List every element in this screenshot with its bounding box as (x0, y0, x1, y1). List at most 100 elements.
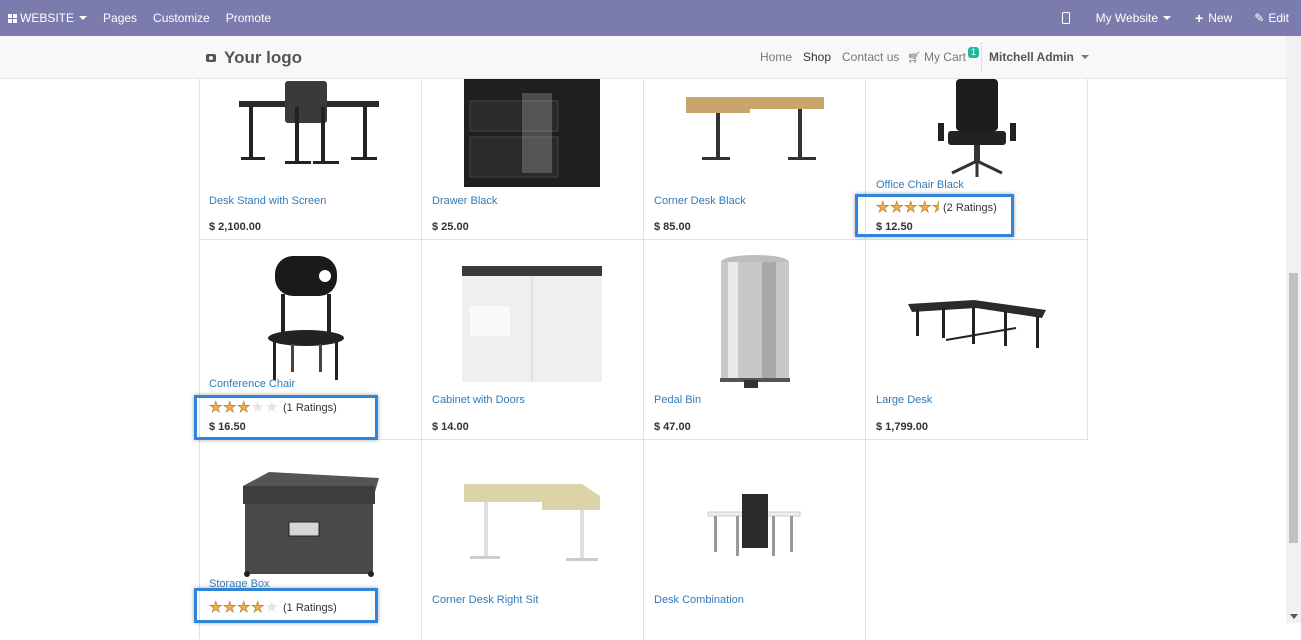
camera-icon (206, 54, 216, 62)
mobile-preview-button[interactable] (1048, 0, 1084, 36)
nav-home-label: Home (760, 50, 793, 64)
rating-stars: ★ ★ ★ ★ ★ (209, 599, 279, 616)
admin-top-bar: WEBSITE Pages Customize Promote My Websi… (0, 0, 1301, 36)
rating-count: (1 Ratings) (283, 602, 337, 614)
star-full-icon: ★ (876, 199, 890, 216)
rating-stars: ★ ★ ★ ★ ★ (209, 399, 279, 416)
star-full-icon: ★ (890, 199, 904, 216)
star-empty-icon: ★ (265, 399, 279, 416)
apps-grid-icon (8, 13, 17, 23)
product-price: $ 47.00 (654, 421, 691, 433)
product-image-pedal-bin (720, 255, 790, 388)
product-price: $ 16.50 (209, 421, 246, 433)
product-name[interactable]: Corner Desk Right Sit (432, 594, 538, 606)
product-name[interactable]: Cabinet with Doors (432, 394, 525, 406)
new-label: New (1208, 11, 1233, 25)
caret-down-icon (79, 16, 88, 20)
star-half-icon: ★ (932, 201, 939, 215)
product-image-cabinet (462, 266, 602, 382)
product-name[interactable]: Desk Combination (654, 594, 744, 606)
star-full-icon: ★ (251, 599, 265, 616)
product-image-desk-stand (239, 81, 379, 164)
my-website-menu[interactable]: My Website (1084, 0, 1183, 36)
star-full-icon: ★ (223, 599, 237, 616)
product-card[interactable]: Cabinet with Doors $ 14.00 (422, 240, 644, 440)
scrollbar-thumb[interactable] (1289, 273, 1298, 543)
new-button[interactable]: + New (1183, 0, 1244, 36)
product-name[interactable]: Storage Box (209, 578, 270, 590)
site-header: Your logo Home Shop Contact us 🛒︎ My Car… (0, 36, 1286, 79)
page-scrollbar[interactable] (1286, 36, 1301, 623)
product-card[interactable]: Office Chair Black ★ ★ ★ ★ ★ (2 Ratings)… (866, 79, 1088, 240)
caret-down-icon (1080, 55, 1089, 59)
pages-menu[interactable]: Pages (95, 0, 145, 36)
customize-menu[interactable]: Customize (145, 0, 218, 36)
nav-cart[interactable]: 🛒︎ My Cart 1 (907, 36, 979, 78)
product-card[interactable]: Drawer Black $ 25.00 (422, 79, 644, 240)
site-logo[interactable]: Your logo (206, 48, 302, 68)
product-price: $ 85.00 (654, 221, 691, 233)
product-image-office-chair (938, 79, 1016, 177)
product-card[interactable]: Corner Desk Black $ 85.00 (644, 79, 866, 240)
caret-down-icon (1163, 16, 1172, 20)
star-full-icon: ★ (918, 199, 932, 216)
product-card[interactable]: Storage Box ★ ★ ★ ★ ★ (1 Ratings) (199, 440, 422, 640)
user-menu[interactable]: Mitchell Admin (989, 36, 1089, 78)
product-image-storage-box (243, 472, 379, 577)
plus-icon: + (1195, 10, 1204, 26)
product-name[interactable]: Desk Stand with Screen (209, 195, 326, 207)
product-card[interactable]: Desk Combination (644, 440, 866, 640)
nav-shop[interactable]: Shop (803, 36, 831, 78)
edit-button[interactable]: ✎ Edit (1244, 0, 1293, 36)
website-menu[interactable]: WEBSITE (0, 0, 95, 36)
promote-menu[interactable]: Promote (218, 0, 279, 36)
product-name[interactable]: Office Chair Black (876, 179, 964, 191)
rating-count: (2 Ratings) (943, 202, 997, 214)
nav-divider (981, 42, 982, 72)
star-empty-icon: ★ (251, 399, 265, 416)
product-image-corner-desk-right (464, 484, 600, 561)
product-price: $ 1,799.00 (876, 421, 928, 433)
product-image-corner-desk (686, 97, 824, 160)
product-image-desk-combination (707, 494, 801, 556)
product-card[interactable]: Pedal Bin $ 47.00 (644, 240, 866, 440)
star-full-icon: ★ (904, 199, 918, 216)
product-price: $ 14.00 (432, 421, 469, 433)
nav-contact-label: Contact us (842, 50, 900, 64)
star-full-icon: ★ (209, 399, 223, 416)
user-name: Mitchell Admin (989, 50, 1074, 64)
product-name[interactable]: Pedal Bin (654, 394, 701, 406)
product-card[interactable]: Large Desk $ 1,799.00 (866, 240, 1088, 440)
star-full-icon: ★ (237, 399, 251, 416)
edit-label: Edit (1268, 11, 1289, 25)
product-image-large-desk (908, 300, 1046, 348)
scroll-down-arrow-icon[interactable] (1290, 614, 1298, 619)
logo-text: Your logo (224, 48, 303, 67)
product-card[interactable]: Conference Chair ★ ★ ★ ★ ★ (1 Ratings) $… (199, 240, 422, 440)
product-price: $ 2,100.00 (209, 221, 261, 233)
nav-contact[interactable]: Contact us (842, 36, 899, 78)
pencil-icon: ✎ (1254, 11, 1265, 25)
product-name[interactable]: Drawer Black (432, 195, 497, 207)
product-price: $ 25.00 (432, 221, 469, 233)
cart-icon: 🛒︎ (907, 51, 921, 64)
my-website-label: My Website (1095, 11, 1159, 25)
product-card[interactable]: Desk Stand with Screen $ 2,100.00 (199, 79, 422, 240)
star-full-icon: ★ (237, 599, 251, 616)
nav-shop-label: Shop (803, 50, 832, 64)
product-name[interactable]: Conference Chair (209, 378, 295, 390)
star-full-icon: ★ (209, 599, 223, 616)
product-name[interactable]: Corner Desk Black (654, 195, 746, 207)
nav-home[interactable]: Home (760, 36, 792, 78)
product-name[interactable]: Large Desk (876, 394, 932, 406)
product-price: $ 12.50 (876, 221, 913, 233)
star-empty-icon: ★ (265, 599, 279, 616)
nav-cart-label: My Cart (923, 50, 966, 64)
product-card[interactable]: Corner Desk Right Sit (422, 440, 644, 640)
product-rating: ★ ★ ★ ★ ★ (1 Ratings) (209, 399, 337, 416)
star-full-icon: ★ (223, 399, 237, 416)
mobile-icon (1061, 12, 1070, 24)
product-grid: Desk Stand with Screen $ 2,100.00 Drawer… (194, 79, 1088, 640)
product-rating: ★ ★ ★ ★ ★ (1 Ratings) (209, 599, 337, 616)
rating-count: (1 Ratings) (283, 402, 337, 414)
